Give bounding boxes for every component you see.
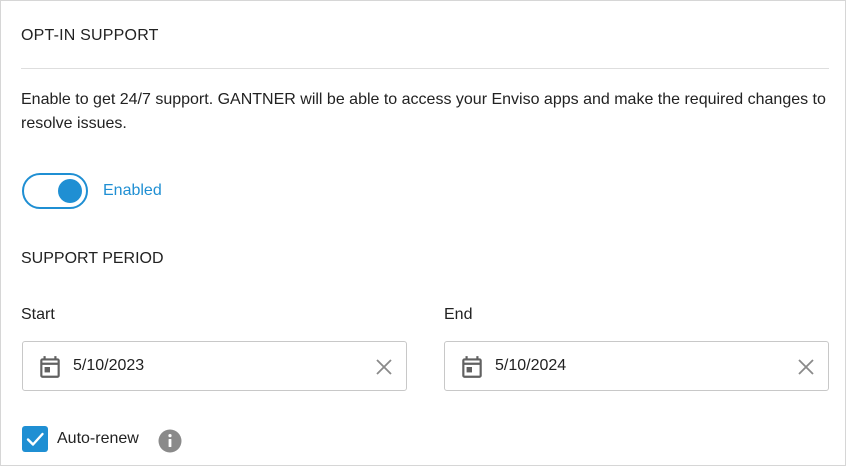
end-date-field[interactable]: 5/10/2024	[444, 341, 829, 391]
check-icon	[26, 432, 44, 446]
start-date-field[interactable]: 5/10/2023	[22, 341, 407, 391]
toggle-label: Enabled	[103, 182, 162, 199]
opt-in-support-panel: OPT-IN SUPPORT Enable to get 24/7 suppor…	[0, 0, 846, 466]
support-toggle[interactable]	[22, 173, 88, 209]
end-date-value[interactable]: 5/10/2024	[495, 357, 566, 375]
start-label: Start	[21, 306, 55, 323]
section-title: OPT-IN SUPPORT	[21, 27, 159, 44]
info-icon[interactable]	[158, 429, 182, 453]
auto-renew-checkbox[interactable]	[22, 426, 48, 452]
start-date-value[interactable]: 5/10/2023	[73, 357, 144, 375]
clear-start-icon[interactable]	[372, 355, 396, 379]
section-description: Enable to get 24/7 support. GANTNER will…	[21, 91, 826, 132]
end-label: End	[444, 306, 473, 323]
clear-end-icon[interactable]	[794, 355, 818, 379]
calendar-icon[interactable]	[37, 354, 63, 380]
support-period-title: SUPPORT PERIOD	[21, 250, 164, 267]
toggle-knob	[58, 179, 82, 203]
calendar-icon[interactable]	[459, 354, 485, 380]
divider	[21, 68, 829, 69]
auto-renew-label: Auto-renew	[57, 430, 139, 447]
